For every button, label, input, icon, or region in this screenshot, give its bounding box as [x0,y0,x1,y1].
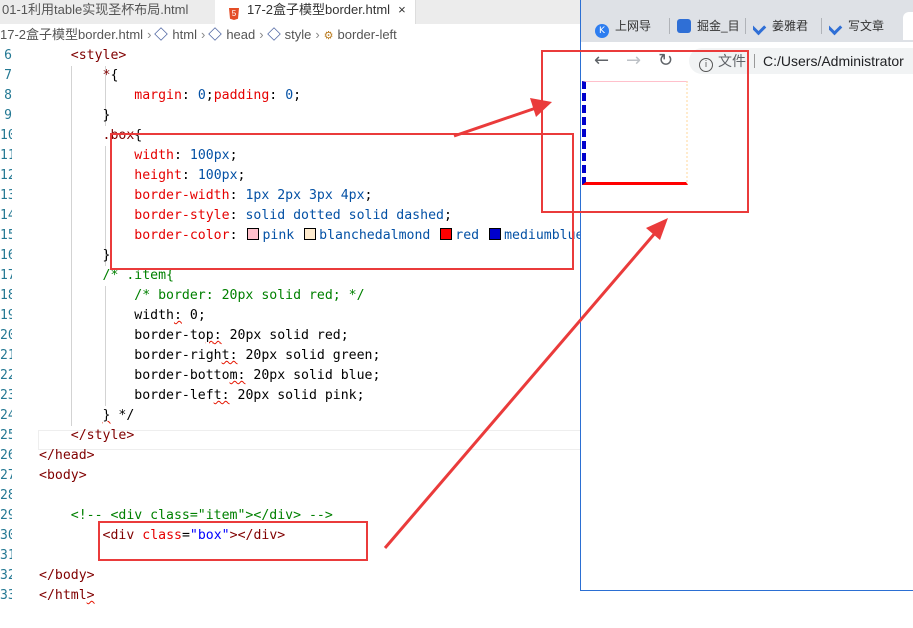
arrow-head-top [530,98,552,117]
annotation-arrows [383,98,668,549]
arrow-head-bottom [646,218,668,240]
arrow-line-top [453,106,537,138]
arrow-line-bottom [383,231,658,549]
